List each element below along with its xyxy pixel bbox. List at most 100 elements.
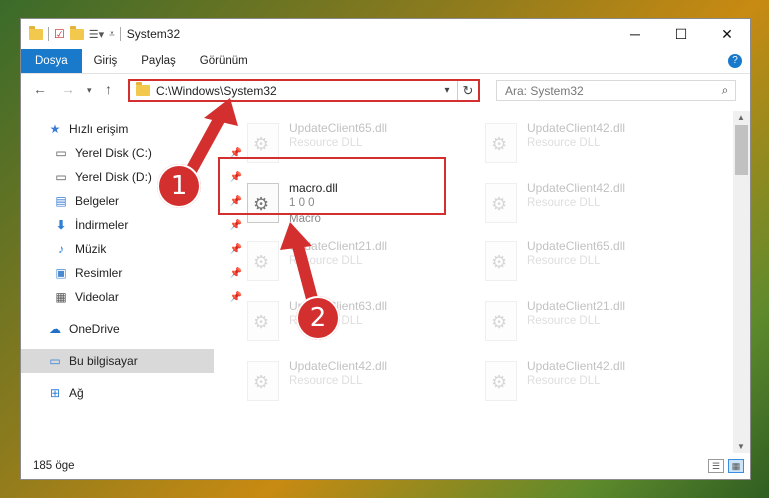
back-arrow-icon[interactable]: ←: [33, 81, 47, 97]
sidebar-item-label: Müzik: [75, 242, 107, 256]
sidebar-item-label: Resimler: [75, 266, 123, 280]
sidebar-item-videos[interactable]: ▦ Videolar 📌: [21, 285, 246, 309]
folder-icon: [29, 25, 43, 40]
up-arrow-icon[interactable]: ↑: [105, 81, 112, 97]
separator: [119, 27, 121, 41]
sidebar-item-onedrive[interactable]: ☁ OneDrive: [21, 317, 240, 341]
video-icon: ▦: [55, 290, 67, 304]
sidebar-item-this-pc[interactable]: ▭ Bu bilgisayar: [21, 349, 214, 373]
file-item[interactable]: UpdateClient42.dll Resource DLL: [239, 355, 459, 407]
recent-locations-icon[interactable]: ▾: [87, 85, 92, 96]
file-description: Resource DLL: [527, 197, 601, 209]
maximize-button[interactable]: ☐: [658, 19, 704, 49]
file-name: UpdateClient21.dll: [527, 299, 626, 313]
file-description: Resource DLL: [527, 255, 601, 267]
step-badge-2: 2: [296, 296, 340, 340]
close-button[interactable]: ✕: [704, 19, 750, 49]
sidebar-item-documents[interactable]: ▤ Belgeler 📌: [21, 189, 246, 213]
download-icon: ⬇: [55, 218, 67, 232]
separator: [48, 27, 49, 41]
sidebar-item-network[interactable]: ⊞ Ağ: [21, 381, 240, 405]
sidebar-item-label: İndirmeler: [75, 218, 129, 232]
dll-file-icon: [485, 183, 517, 223]
chevron-down-icon[interactable]: ▾: [437, 85, 457, 96]
document-icon: ▤: [55, 194, 67, 208]
window-title: System32: [126, 27, 181, 41]
details-view-icon[interactable]: ☰: [708, 459, 724, 473]
sidebar-item-downloads[interactable]: ⬇ İndirmeler 📌: [21, 213, 246, 237]
sidebar-item-label: Videolar: [75, 290, 119, 304]
file-name: UpdateClient42.dll: [527, 359, 626, 373]
ribbon-tabs: Dosya Giriş Paylaş Görünüm ?: [21, 49, 750, 74]
navigation-pane: ★ Hızlı erişim ▭ Yerel Disk (C:) 📌 ▭ Yer…: [21, 111, 242, 453]
search-icon[interactable]: ⌕: [715, 83, 735, 98]
sidebar-item-label: OneDrive: [69, 322, 120, 336]
minimize-button[interactable]: ─: [612, 19, 658, 49]
sidebar-item-label: Yerel Disk (D:): [75, 170, 152, 184]
tab-file[interactable]: Dosya: [21, 49, 82, 73]
file-description: Resource DLL: [289, 137, 363, 149]
search-input[interactable]: Ara: System32 ⌕: [496, 80, 736, 101]
new-folder-icon[interactable]: [69, 25, 84, 40]
scroll-down-icon[interactable]: ▼: [737, 442, 745, 451]
scroll-thumb[interactable]: [735, 125, 748, 175]
scroll-up-icon[interactable]: ▲: [737, 113, 745, 122]
dll-file-icon: [247, 241, 279, 281]
explorer-window: ☑ ☰▾ ⩡ System32 ─ ☐ ✕ Dosya Giriş Paylaş…: [20, 18, 751, 480]
address-path[interactable]: C:\Windows\System32: [156, 84, 437, 98]
folder-icon: [136, 82, 150, 96]
computer-icon: ▭: [49, 354, 61, 368]
search-placeholder: Ara: System32: [505, 83, 584, 98]
cloud-icon: ☁: [49, 322, 61, 336]
sidebar-item-pictures[interactable]: ▣ Resimler 📌: [21, 261, 246, 285]
highlight-box: [218, 157, 446, 215]
pictures-icon: ▣: [55, 266, 67, 280]
tiles-view-icon[interactable]: ▦: [728, 459, 744, 473]
sidebar-item-quick-access[interactable]: ★ Hızlı erişim: [21, 117, 240, 141]
view-options-icon[interactable]: ☰▾: [89, 28, 104, 41]
properties-icon[interactable]: ☑: [54, 27, 65, 41]
sidebar-item-disk-d[interactable]: ▭ Yerel Disk (D:) 📌: [21, 165, 246, 189]
tab-view[interactable]: Görünüm: [188, 49, 260, 73]
sidebar-item-label: Yerel Disk (C:): [75, 146, 152, 160]
address-bar[interactable]: C:\Windows\System32 ▾ ↻: [128, 79, 480, 102]
customize-toolbar-icon[interactable]: ⩡: [109, 29, 115, 40]
help-icon[interactable]: ?: [728, 54, 742, 68]
file-description: Resource DLL: [527, 137, 601, 149]
file-description: Resource DLL: [289, 255, 363, 267]
tab-share[interactable]: Paylaş: [129, 49, 188, 73]
file-item[interactable]: UpdateClient21.dll Resource DLL: [477, 295, 697, 347]
dll-file-icon: [485, 123, 517, 163]
drive-icon: ▭: [55, 170, 67, 184]
file-name: UpdateClient65.dll: [289, 121, 388, 135]
sidebar-item-label: Belgeler: [75, 194, 120, 208]
file-item[interactable]: UpdateClient65.dll Resource DLL: [477, 235, 697, 287]
sidebar-item-disk-c[interactable]: ▭ Yerel Disk (C:) 📌: [21, 141, 246, 165]
file-description: Resource DLL: [289, 375, 363, 387]
tab-home[interactable]: Giriş: [82, 49, 130, 73]
file-name: UpdateClient42.dll: [289, 359, 388, 373]
sidebar-item-label: Hızlı erişim: [69, 122, 129, 136]
title-bar: ☑ ☰▾ ⩡ System32 ─ ☐ ✕: [21, 19, 750, 49]
dll-file-icon: [247, 301, 279, 341]
file-item[interactable]: UpdateClient42.dll Resource DLL: [477, 355, 697, 407]
file-item[interactable]: UpdateClient42.dll Resource DLL: [477, 177, 697, 229]
step-badge-1: 1: [157, 164, 201, 208]
dll-file-icon: [485, 241, 517, 281]
file-name: UpdateClient65.dll: [527, 239, 626, 253]
file-name: UpdateClient42.dll: [527, 121, 626, 135]
sidebar-item-label: Ağ: [69, 386, 84, 400]
vertical-scrollbar[interactable]: ▲ ▼: [733, 111, 750, 453]
address-row: ← → ▾ ↑ C:\Windows\System32 ▾ ↻ Ara: Sys…: [21, 75, 750, 107]
file-description: Resource DLL: [527, 375, 601, 387]
drive-icon: ▭: [55, 146, 67, 160]
forward-arrow-icon[interactable]: →: [61, 81, 75, 97]
file-item[interactable]: UpdateClient42.dll Resource DLL: [477, 117, 697, 169]
network-icon: ⊞: [49, 386, 61, 400]
file-name: UpdateClient42.dll: [527, 181, 626, 195]
sidebar-item-music[interactable]: ♪ Müzik 📌: [21, 237, 246, 261]
file-item[interactable]: UpdateClient21.dll Resource DLL: [239, 235, 459, 287]
item-count: 185 öge: [33, 460, 75, 472]
file-item[interactable]: UpdateClient63.dll Resource DLL: [239, 295, 459, 347]
refresh-icon[interactable]: ↻: [457, 81, 478, 100]
